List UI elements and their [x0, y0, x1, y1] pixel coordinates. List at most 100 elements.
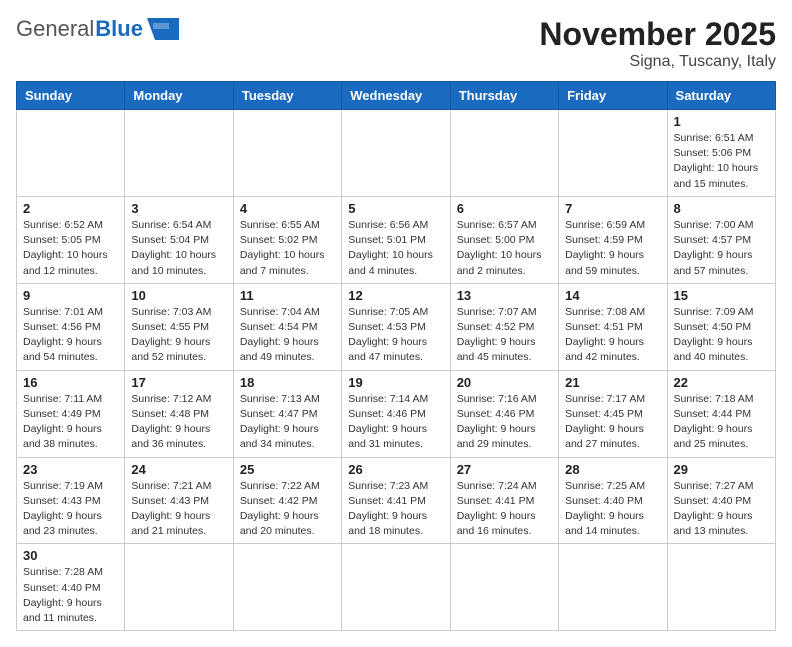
day-info: Sunrise: 7:16 AM Sunset: 4:46 PM Dayligh… — [457, 392, 552, 453]
page-title: November 2025 — [539, 16, 776, 53]
calendar-cell — [342, 544, 450, 631]
calendar-cell: 3 Sunrise: 6:54 AM Sunset: 5:04 PM Daylig… — [125, 196, 233, 283]
calendar-cell — [17, 110, 125, 197]
day-number: 13 — [457, 288, 552, 303]
calendar-cell: 9 Sunrise: 7:01 AM Sunset: 4:56 PM Daylig… — [17, 283, 125, 370]
calendar-cell: 4 Sunrise: 6:55 AM Sunset: 5:02 PM Daylig… — [233, 196, 341, 283]
day-number: 2 — [23, 201, 118, 216]
calendar-cell: 19Sunrise: 7:14 AM Sunset: 4:46 PM Dayli… — [342, 370, 450, 457]
calendar-cell: 29Sunrise: 7:27 AM Sunset: 4:40 PM Dayli… — [667, 457, 775, 544]
day-number: 7 — [565, 201, 660, 216]
calendar-cell — [559, 110, 667, 197]
day-number: 8 — [674, 201, 769, 216]
day-info: Sunrise: 7:28 AM Sunset: 4:40 PM Dayligh… — [23, 565, 118, 626]
calendar-cell: 28 Sunrise: 7:25 AM Sunset: 4:40 PM Dayli… — [559, 457, 667, 544]
day-info: Sunrise: 7:08 AM Sunset: 4:51 PM Dayligh… — [565, 305, 660, 366]
day-info: Sunrise: 7:13 AM Sunset: 4:47 PM Dayligh… — [240, 392, 335, 453]
weekday-header: Monday — [125, 82, 233, 110]
calendar-cell — [233, 544, 341, 631]
day-info: Sunrise: 7:25 AM Sunset: 4:40 PM Dayligh… — [565, 479, 660, 540]
day-number: 18 — [240, 375, 335, 390]
calendar-cell — [667, 544, 775, 631]
day-number: 27 — [457, 462, 552, 477]
weekday-header: Friday — [559, 82, 667, 110]
day-info: Sunrise: 7:22 AM Sunset: 4:42 PM Dayligh… — [240, 479, 335, 540]
day-number: 5 — [348, 201, 443, 216]
weekday-header: Tuesday — [233, 82, 341, 110]
logo-general: General — [16, 16, 94, 42]
day-number: 24 — [131, 462, 226, 477]
calendar-cell: 5 Sunrise: 6:56 AM Sunset: 5:01 PM Daylig… — [342, 196, 450, 283]
day-info: Sunrise: 6:55 AM Sunset: 5:02 PM Dayligh… — [240, 218, 335, 279]
day-info: Sunrise: 6:57 AM Sunset: 5:00 PM Dayligh… — [457, 218, 552, 279]
day-info: Sunrise: 7:19 AM Sunset: 4:43 PM Dayligh… — [23, 479, 118, 540]
day-info: Sunrise: 7:00 AM Sunset: 4:57 PM Dayligh… — [674, 218, 769, 279]
page-header: General Blue November 2025 Signa, Tuscan… — [16, 16, 776, 71]
day-info: Sunrise: 6:52 AM Sunset: 5:05 PM Dayligh… — [23, 218, 118, 279]
day-number: 19 — [348, 375, 443, 390]
day-info: Sunrise: 7:23 AM Sunset: 4:41 PM Dayligh… — [348, 479, 443, 540]
logo-icon — [147, 18, 179, 40]
day-number: 11 — [240, 288, 335, 303]
day-number: 23 — [23, 462, 118, 477]
calendar-cell: 25Sunrise: 7:22 AM Sunset: 4:42 PM Dayli… — [233, 457, 341, 544]
day-number: 28 — [565, 462, 660, 477]
day-info: Sunrise: 6:51 AM Sunset: 5:06 PM Dayligh… — [674, 131, 769, 192]
day-info: Sunrise: 6:54 AM Sunset: 5:04 PM Dayligh… — [131, 218, 226, 279]
calendar-week-row: 16 Sunrise: 7:11 AM Sunset: 4:49 PM Dayli… — [17, 370, 776, 457]
calendar-cell: 1 Sunrise: 6:51 AM Sunset: 5:06 PM Daylig… — [667, 110, 775, 197]
day-info: Sunrise: 7:18 AM Sunset: 4:44 PM Dayligh… — [674, 392, 769, 453]
calendar-cell: 20 Sunrise: 7:16 AM Sunset: 4:46 PM Dayli… — [450, 370, 558, 457]
day-info: Sunrise: 7:12 AM Sunset: 4:48 PM Dayligh… — [131, 392, 226, 453]
day-number: 22 — [674, 375, 769, 390]
calendar-week-row: 2 Sunrise: 6:52 AM Sunset: 5:05 PM Daylig… — [17, 196, 776, 283]
weekday-header: Sunday — [17, 82, 125, 110]
calendar-cell: 15Sunrise: 7:09 AM Sunset: 4:50 PM Dayli… — [667, 283, 775, 370]
calendar-cell: 18 Sunrise: 7:13 AM Sunset: 4:47 PM Dayli… — [233, 370, 341, 457]
day-number: 14 — [565, 288, 660, 303]
calendar-cell — [233, 110, 341, 197]
weekday-header: Thursday — [450, 82, 558, 110]
page-subtitle: Signa, Tuscany, Italy — [539, 53, 776, 71]
day-number: 17 — [131, 375, 226, 390]
weekday-header: Wednesday — [342, 82, 450, 110]
day-number: 10 — [131, 288, 226, 303]
day-number: 3 — [131, 201, 226, 216]
day-info: Sunrise: 7:04 AM Sunset: 4:54 PM Dayligh… — [240, 305, 335, 366]
calendar-cell: 16 Sunrise: 7:11 AM Sunset: 4:49 PM Dayli… — [17, 370, 125, 457]
calendar-cell — [559, 544, 667, 631]
calendar-cell: 22 Sunrise: 7:18 AM Sunset: 4:44 PM Dayli… — [667, 370, 775, 457]
calendar-cell: 2 Sunrise: 6:52 AM Sunset: 5:05 PM Daylig… — [17, 196, 125, 283]
calendar-cell: 14 Sunrise: 7:08 AM Sunset: 4:51 PM Dayli… — [559, 283, 667, 370]
day-info: Sunrise: 7:01 AM Sunset: 4:56 PM Dayligh… — [23, 305, 118, 366]
day-number: 1 — [674, 114, 769, 129]
day-info: Sunrise: 7:11 AM Sunset: 4:49 PM Dayligh… — [23, 392, 118, 453]
calendar-cell — [125, 110, 233, 197]
day-number: 6 — [457, 201, 552, 216]
calendar-cell: 12Sunrise: 7:05 AM Sunset: 4:53 PM Dayli… — [342, 283, 450, 370]
day-info: Sunrise: 7:03 AM Sunset: 4:55 PM Dayligh… — [131, 305, 226, 366]
day-number: 29 — [674, 462, 769, 477]
calendar-cell: 26 Sunrise: 7:23 AM Sunset: 4:41 PM Dayli… — [342, 457, 450, 544]
calendar-cell: 6 Sunrise: 6:57 AM Sunset: 5:00 PM Daylig… — [450, 196, 558, 283]
day-number: 15 — [674, 288, 769, 303]
day-info: Sunrise: 7:17 AM Sunset: 4:45 PM Dayligh… — [565, 392, 660, 453]
calendar-cell: 17 Sunrise: 7:12 AM Sunset: 4:48 PM Dayli… — [125, 370, 233, 457]
day-number: 20 — [457, 375, 552, 390]
day-number: 30 — [23, 548, 118, 563]
day-number: 21 — [565, 375, 660, 390]
day-number: 9 — [23, 288, 118, 303]
calendar-week-row: 23 Sunrise: 7:19 AM Sunset: 4:43 PM Dayli… — [17, 457, 776, 544]
calendar-cell: 8 Sunrise: 7:00 AM Sunset: 4:57 PM Daylig… — [667, 196, 775, 283]
day-number: 16 — [23, 375, 118, 390]
calendar-cell: 30 Sunrise: 7:28 AM Sunset: 4:40 PM Dayli… — [17, 544, 125, 631]
calendar-cell — [450, 544, 558, 631]
day-number: 12 — [348, 288, 443, 303]
calendar-table: SundayMondayTuesdayWednesdayThursdayFrid… — [16, 81, 776, 631]
title-block: November 2025 Signa, Tuscany, Italy — [539, 16, 776, 71]
day-number: 4 — [240, 201, 335, 216]
day-info: Sunrise: 6:56 AM Sunset: 5:01 PM Dayligh… — [348, 218, 443, 279]
calendar-header-row: SundayMondayTuesdayWednesdayThursdayFrid… — [17, 82, 776, 110]
calendar-cell — [342, 110, 450, 197]
day-number: 26 — [348, 462, 443, 477]
